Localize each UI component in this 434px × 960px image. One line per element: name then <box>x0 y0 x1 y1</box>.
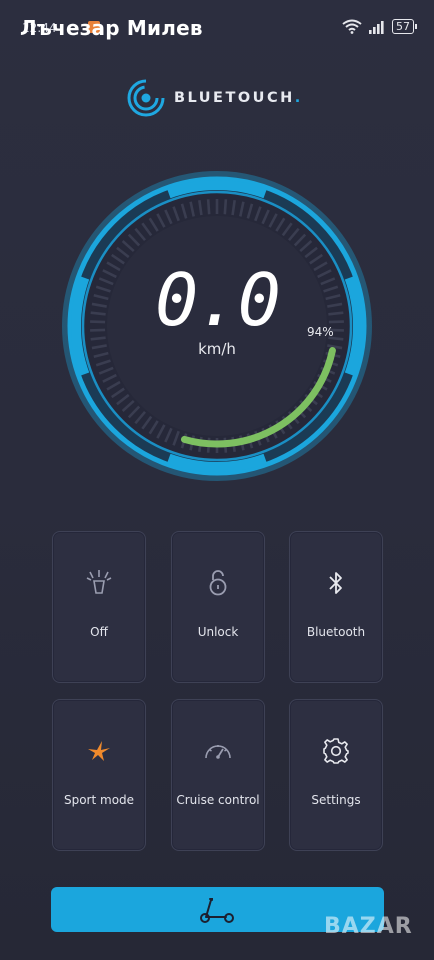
cruise-control-button[interactable]: Cruise control <box>171 699 265 851</box>
cruise-control-label: Cruise control <box>176 793 260 807</box>
gauge-tick <box>206 199 211 215</box>
lock-icon <box>209 570 227 596</box>
watermark-logo: BAZAR <box>324 914 413 939</box>
unlock-label: Unlock <box>197 625 239 639</box>
brand-name: BLUETOUCH <box>174 90 295 106</box>
bluetooth-label: Bluetooth <box>306 625 366 639</box>
light-toggle-button[interactable]: Off <box>52 531 146 683</box>
settings-icon <box>323 738 349 764</box>
brand-dot: . <box>294 90 303 106</box>
scooter-icon <box>199 897 234 923</box>
user-name-overlay: Лъчезар Милев <box>20 16 203 40</box>
speed-unit: km/h <box>198 340 236 358</box>
unlock-button[interactable]: Unlock <box>171 531 265 683</box>
light-icon <box>86 570 112 594</box>
bluetouch-logo-icon <box>127 79 165 117</box>
signal-icon <box>369 20 384 34</box>
battery-icon: 57 <box>392 19 417 34</box>
sport-icon <box>88 741 110 761</box>
wifi-icon <box>342 19 362 34</box>
settings-button[interactable]: Settings <box>289 699 383 851</box>
light-label: Off <box>90 625 108 639</box>
status-indicators: 57 <box>342 19 417 34</box>
brand-logo: BLUETOUCH. <box>126 78 303 118</box>
speed-value: 0.0 <box>154 258 281 342</box>
speedometer-icon <box>205 745 231 759</box>
sport-mode-label: Sport mode <box>63 793 135 807</box>
settings-label: Settings <box>311 793 361 807</box>
bluetooth-icon <box>329 572 342 594</box>
sport-mode-button[interactable]: Sport mode <box>52 699 146 851</box>
gauge-tick <box>223 199 228 215</box>
bluetooth-button[interactable]: Bluetooth <box>289 531 383 683</box>
battery-percent: 94% <box>307 325 334 339</box>
